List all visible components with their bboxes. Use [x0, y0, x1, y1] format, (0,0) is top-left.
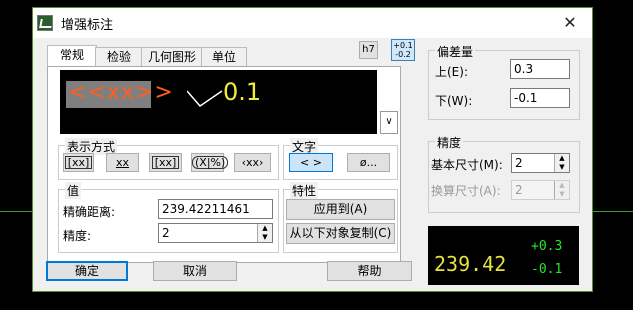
tab-inspection[interactable]: 检验 [95, 47, 143, 67]
annotation-preview: <<xx>> 0.1 [60, 70, 377, 134]
exact-distance-label: 精确距离: [63, 205, 116, 219]
title-bar: 增强标注 ✕ [33, 8, 592, 38]
lower-deviation-label: 下(W): [435, 94, 473, 108]
copy-from-button[interactable]: 从以下对象复制(C) [286, 223, 395, 244]
apply-to-button[interactable]: 应用到(A) [286, 199, 395, 220]
tol-top-label: +0.1 [393, 41, 413, 50]
chevron-down-icon[interactable]: ∨ [380, 111, 398, 134]
preview-xx-text: <<xx>> [68, 80, 174, 105]
dimension-dialog: 增强标注 ✕ 常规 检验 几何图形 单位 h7 +0.1 -0.2 <<xx>>… [32, 7, 593, 292]
h7-button[interactable]: h7 [359, 41, 378, 59]
alt-size-stepper: ▲ ▼ [554, 181, 569, 199]
tol-bottom-label: -0.2 [395, 50, 411, 59]
help-button[interactable]: 帮助 [327, 261, 412, 281]
lower-deviation-field[interactable]: -0.1 [510, 88, 570, 108]
display-percent-button[interactable]: (X|%) [191, 153, 229, 172]
alt-size-value: 2 [515, 183, 523, 197]
check-mark-icon [187, 90, 223, 107]
precision-group-label: 精度 [435, 134, 464, 151]
display-angle-button[interactable]: ‹xx› [234, 153, 271, 172]
tolerance-button[interactable]: +0.1 -0.2 [391, 39, 415, 61]
property-group-label: 特性 [290, 182, 319, 199]
value-group-label: 值 [65, 182, 82, 199]
app-icon [37, 15, 53, 31]
basic-size-field[interactable]: 2 ▲ ▼ [511, 153, 570, 173]
alt-size-label: 换算尺寸(A): [431, 184, 501, 198]
dialog-title: 增强标注 [61, 18, 114, 33]
tab-units[interactable]: 单位 [201, 47, 247, 67]
deviation-label: 偏差量 [435, 43, 476, 60]
basic-size-value: 2 [515, 156, 523, 170]
cancel-button[interactable]: 取消 [153, 261, 237, 281]
precision-field[interactable]: 2 ▲ ▼ [158, 223, 273, 243]
text-diameter-button[interactable]: ø... [347, 153, 390, 172]
dimension-preview: 239.42 +0.3 -0.1 [428, 226, 579, 285]
basic-size-stepper[interactable]: ▲ ▼ [554, 154, 569, 172]
dimension-main-text: 239.42 [434, 252, 507, 276]
upper-deviation-field[interactable]: 0.3 [510, 59, 570, 79]
ok-button[interactable]: 确定 [46, 261, 128, 281]
tab-geometry[interactable]: 几何图形 [141, 47, 203, 67]
close-button[interactable]: ✕ [548, 8, 592, 38]
precision-stepper[interactable]: ▲ ▼ [257, 224, 272, 242]
display-bracket-button[interactable]: [xx] [63, 153, 94, 172]
tab-general[interactable]: 常规 [47, 45, 97, 67]
dimension-lower-text: -0.1 [531, 262, 563, 277]
upper-deviation-label: 上(E): [435, 65, 468, 79]
preview-value: 0.1 [223, 78, 262, 106]
display-box-button[interactable]: [xx] [149, 153, 182, 172]
dimension-upper-text: +0.3 [531, 239, 563, 254]
alt-size-field: 2 ▲ ▼ [511, 180, 570, 200]
precision-label: 精度: [63, 229, 92, 243]
exact-distance-field[interactable]: 239.42211461 [158, 199, 273, 219]
basic-size-label: 基本尺寸(M): [431, 158, 503, 172]
precision-group: 精度 [428, 134, 580, 213]
precision-value: 2 [162, 226, 170, 240]
display-underline-button[interactable]: xx [106, 153, 139, 172]
text-angle-button[interactable]: < > [289, 153, 333, 172]
